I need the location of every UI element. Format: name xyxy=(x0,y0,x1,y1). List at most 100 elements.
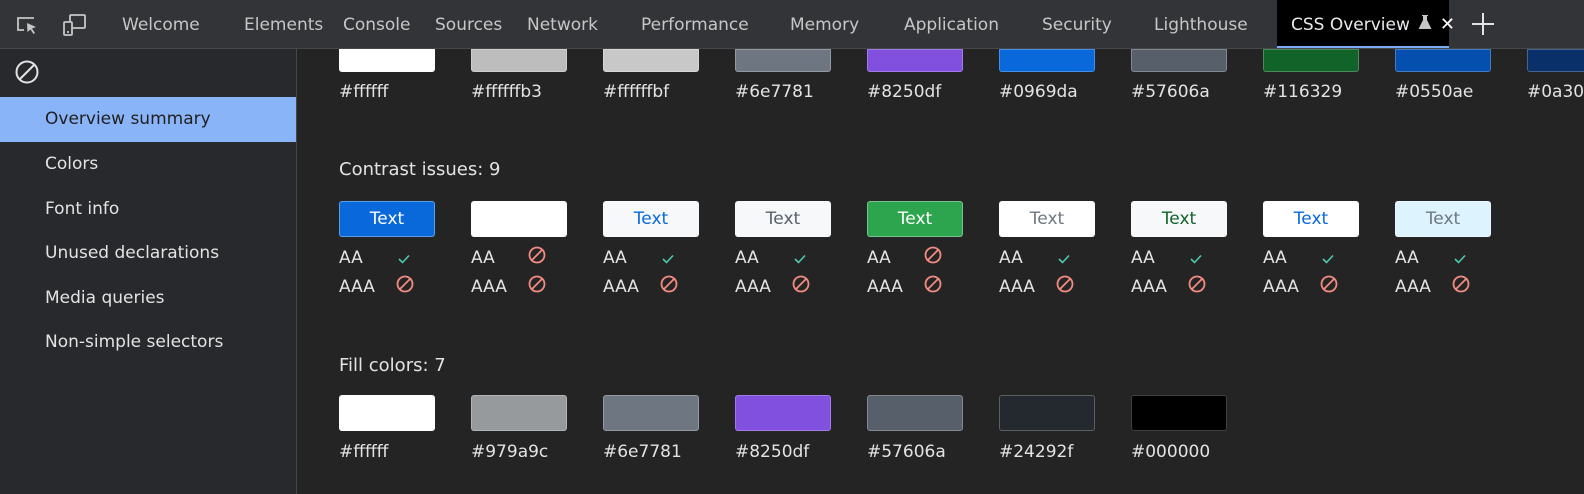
checkmark-icon xyxy=(1322,249,1334,264)
color-swatch[interactable] xyxy=(1395,49,1491,72)
aaa-label: AAA xyxy=(735,277,771,297)
color-swatch-label: #6e7781 xyxy=(735,82,814,102)
devtools-tabbar: Welcome Elements Console Sources Network… xyxy=(0,0,1584,49)
sidebar-item-colors[interactable]: Colors xyxy=(0,142,296,187)
checkmark-icon xyxy=(1454,249,1466,264)
aaa-label: AAA xyxy=(867,277,903,297)
aaa-label: AAA xyxy=(1395,277,1431,297)
aaa-label: AAA xyxy=(1131,277,1167,297)
aa-label: AA xyxy=(999,248,1023,268)
checkmark-icon xyxy=(794,249,806,264)
fill-colors-title: Fill colors: 7 xyxy=(339,355,446,376)
tab-elements[interactable]: Elements xyxy=(244,0,323,48)
color-swatch[interactable] xyxy=(339,49,435,72)
checkmark-icon xyxy=(398,249,410,264)
sidebar: Overview summary Colors Font info Unused… xyxy=(0,49,297,494)
color-swatch-label: #8250df xyxy=(867,82,942,102)
blocked-icon xyxy=(527,245,547,265)
checkmark-icon xyxy=(1058,249,1070,264)
tab-css-overview-label: CSS Overview xyxy=(1291,15,1410,35)
fill-color-label: #24292f xyxy=(999,442,1074,462)
fill-color-label: #ffffff xyxy=(339,442,389,462)
tab-application[interactable]: Application xyxy=(904,0,999,48)
color-swatch[interactable] xyxy=(735,49,831,72)
aaa-label: AAA xyxy=(603,277,639,297)
contrast-swatch[interactable]: Text xyxy=(1263,201,1359,237)
color-swatch[interactable] xyxy=(603,49,699,72)
contrast-swatch[interactable]: Text xyxy=(603,201,699,237)
blocked-icon xyxy=(1451,274,1471,294)
aaa-label: AAA xyxy=(1263,277,1299,297)
color-swatch[interactable] xyxy=(471,49,567,72)
fill-color-label: #000000 xyxy=(1131,442,1211,462)
color-swatch-label: #116329 xyxy=(1263,82,1343,102)
sidebar-item-media-queries[interactable]: Media queries xyxy=(0,276,296,321)
fill-color-swatch[interactable] xyxy=(603,395,699,431)
fill-color-swatch[interactable] xyxy=(339,395,435,431)
fill-color-label: #6e7781 xyxy=(603,442,682,462)
color-swatch[interactable] xyxy=(1263,49,1359,72)
aa-label: AA xyxy=(1131,248,1155,268)
overview-main: #ffffff #ffffffb3 #ffffffbf #6e7781 #8250df #… xyxy=(297,49,1584,494)
color-swatch[interactable] xyxy=(1131,49,1227,72)
blocked-icon xyxy=(527,274,547,294)
checkmark-icon xyxy=(662,249,674,264)
color-swatch-label: #0a3069 xyxy=(1527,82,1584,102)
blocked-icon xyxy=(1187,274,1207,294)
aa-label: AA xyxy=(1263,248,1287,268)
fill-color-swatch[interactable] xyxy=(1131,395,1227,431)
sidebar-item-non-simple-selectors[interactable]: Non-simple selectors xyxy=(0,320,296,365)
contrast-swatch[interactable]: Text xyxy=(1131,201,1227,237)
aaa-label: AAA xyxy=(471,277,507,297)
contrast-swatch[interactable]: Text xyxy=(1395,201,1491,237)
fill-color-swatch[interactable] xyxy=(867,395,963,431)
contrast-swatch[interactable]: Text xyxy=(339,201,435,237)
sidebar-item-unused-declarations[interactable]: Unused declarations xyxy=(0,231,296,276)
tab-memory[interactable]: Memory xyxy=(790,0,859,48)
blocked-icon xyxy=(395,274,415,294)
contrast-swatch[interactable]: Text xyxy=(735,201,831,237)
aa-label: AA xyxy=(603,248,627,268)
tab-lighthouse[interactable]: Lighthouse xyxy=(1154,0,1248,48)
fill-color-label: #979a9c xyxy=(471,442,549,462)
clear-overview-icon[interactable] xyxy=(14,59,40,85)
fill-color-swatch[interactable] xyxy=(735,395,831,431)
color-swatch-label: #0550ae xyxy=(1395,82,1474,102)
aa-label: AA xyxy=(339,248,363,268)
fill-color-swatch[interactable] xyxy=(999,395,1095,431)
color-swatch-label: #ffffff xyxy=(339,82,389,102)
aaa-label: AAA xyxy=(339,277,375,297)
color-swatch[interactable] xyxy=(867,49,963,72)
tab-sources[interactable]: Sources xyxy=(435,0,502,48)
color-swatch-label: #0969da xyxy=(999,82,1078,102)
tab-performance[interactable]: Performance xyxy=(641,0,749,48)
color-swatch[interactable] xyxy=(999,49,1095,72)
aaa-label: AAA xyxy=(999,277,1035,297)
plus-icon[interactable] xyxy=(1470,11,1496,37)
flask-icon xyxy=(1418,0,1432,50)
color-swatch-label: #57606a xyxy=(1131,82,1210,102)
tab-welcome[interactable]: Welcome xyxy=(122,0,200,48)
tab-network[interactable]: Network xyxy=(527,0,598,48)
blocked-icon xyxy=(923,245,943,265)
aa-label: AA xyxy=(735,248,759,268)
close-icon[interactable]: ✕ xyxy=(1440,0,1455,50)
contrast-swatch[interactable]: Text xyxy=(867,201,963,237)
fill-color-swatch[interactable] xyxy=(471,395,567,431)
tab-css-overview[interactable]: CSS Overview ✕ xyxy=(1277,0,1455,50)
inspect-element-icon[interactable] xyxy=(14,12,40,38)
blocked-icon xyxy=(1319,274,1339,294)
contrast-swatch[interactable] xyxy=(471,201,567,237)
sidebar-item-overview-summary[interactable]: Overview summary xyxy=(0,97,296,142)
tab-console[interactable]: Console xyxy=(343,0,411,48)
sidebar-item-font-info[interactable]: Font info xyxy=(0,187,296,232)
color-swatch-label: #ffffffb3 xyxy=(471,82,542,102)
device-toolbar-icon[interactable] xyxy=(61,12,87,38)
blocked-icon xyxy=(923,274,943,294)
contrast-issues-title: Contrast issues: 9 xyxy=(339,159,501,180)
aa-label: AA xyxy=(1395,248,1419,268)
color-swatch-label: #ffffffbf xyxy=(603,82,670,102)
contrast-swatch[interactable]: Text xyxy=(999,201,1095,237)
tab-security[interactable]: Security xyxy=(1042,0,1112,48)
color-swatch[interactable] xyxy=(1527,49,1584,72)
